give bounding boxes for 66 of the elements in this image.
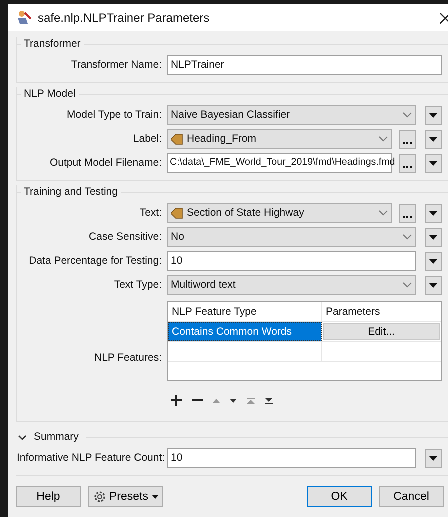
browse-button[interactable] bbox=[399, 204, 416, 222]
move-down-icon[interactable] bbox=[230, 398, 237, 402]
attribute-icon bbox=[171, 134, 183, 144]
add-icon[interactable] bbox=[171, 395, 182, 406]
field-label: NLP Features: bbox=[93, 352, 163, 364]
field-label: Text Type: bbox=[113, 279, 163, 291]
text-field[interactable]: NLPTrainer bbox=[167, 55, 442, 75]
edit-button[interactable]: Edit... bbox=[323, 323, 440, 340]
field-label: Label: bbox=[132, 133, 163, 145]
column-header: NLP Feature Type bbox=[168, 302, 322, 321]
menu-button[interactable] bbox=[425, 276, 442, 294]
text-field[interactable]: 10 bbox=[167, 251, 416, 271]
caret-icon bbox=[429, 456, 438, 460]
chevron-down-icon bbox=[403, 282, 412, 288]
dropdown[interactable]: No bbox=[167, 227, 416, 247]
app-icon bbox=[16, 10, 32, 26]
dropdown[interactable]: Multiword text bbox=[167, 275, 416, 295]
field-label: Transformer Name: bbox=[70, 59, 163, 71]
group-title: Transformer bbox=[24, 38, 81, 50]
gear-icon bbox=[92, 490, 106, 504]
text-field[interactable]: 10 bbox=[167, 448, 416, 468]
menu-button[interactable] bbox=[425, 154, 442, 172]
field-label: Data Percentage for Testing: bbox=[28, 255, 163, 267]
chevron-down-icon bbox=[379, 210, 388, 216]
dialog-button[interactable]: OK bbox=[307, 486, 372, 507]
file-path-field[interactable]: C:\data\_FME_World_Tour_2019\fmd\Headings.fmd bbox=[167, 153, 392, 173]
attribute-icon bbox=[171, 208, 183, 218]
dropdown[interactable]: Section of State Highway bbox=[167, 203, 392, 223]
close-icon[interactable] bbox=[440, 13, 448, 24]
caret-icon bbox=[429, 160, 438, 166]
caret-icon bbox=[152, 494, 158, 498]
window-title: safe.nlp.NLPTrainer Parameters bbox=[38, 10, 210, 24]
chevron-down-icon bbox=[403, 234, 412, 240]
dialog-button[interactable]: Help bbox=[16, 486, 81, 507]
chevron-down-icon[interactable] bbox=[18, 432, 27, 442]
caret-icon bbox=[429, 136, 438, 142]
menu-button[interactable] bbox=[425, 204, 442, 222]
group-title: Training and Testing bbox=[24, 186, 118, 198]
menu-button[interactable] bbox=[425, 228, 442, 246]
group-title: Summary bbox=[34, 431, 79, 443]
group-title: NLP Model bbox=[24, 88, 76, 100]
field-label: Case Sensitive: bbox=[88, 231, 163, 243]
field-label: Output Model Filename: bbox=[48, 157, 163, 169]
dropdown[interactable]: Heading_From bbox=[167, 129, 392, 149]
chevron-down-icon bbox=[403, 112, 412, 118]
column-header: Parameters bbox=[325, 304, 382, 320]
field-label: Informative NLP Feature Count: bbox=[17, 452, 166, 464]
field-label: Model Type to Train: bbox=[66, 109, 163, 121]
browse-button[interactable] bbox=[399, 154, 416, 172]
caret-icon bbox=[429, 282, 438, 288]
dropdown[interactable]: Naive Bayesian Classifier bbox=[167, 105, 416, 125]
dialog-button[interactable]: Cancel bbox=[379, 486, 444, 507]
caret-icon bbox=[429, 234, 438, 240]
browse-button[interactable] bbox=[399, 130, 416, 148]
caret-icon bbox=[429, 258, 438, 264]
menu-button[interactable] bbox=[425, 106, 442, 124]
table-cell[interactable]: Contains Common Words bbox=[168, 322, 322, 341]
field-label: Text: bbox=[138, 207, 163, 219]
presets-button[interactable]: Presets bbox=[88, 486, 163, 507]
chevron-down-icon bbox=[379, 136, 388, 142]
caret-icon bbox=[429, 210, 438, 216]
menu-button[interactable] bbox=[425, 252, 442, 270]
move-to-bottom-icon[interactable] bbox=[265, 398, 273, 404]
caret-icon bbox=[429, 112, 438, 118]
menu-button[interactable] bbox=[425, 448, 442, 468]
menu-button[interactable] bbox=[425, 130, 442, 148]
